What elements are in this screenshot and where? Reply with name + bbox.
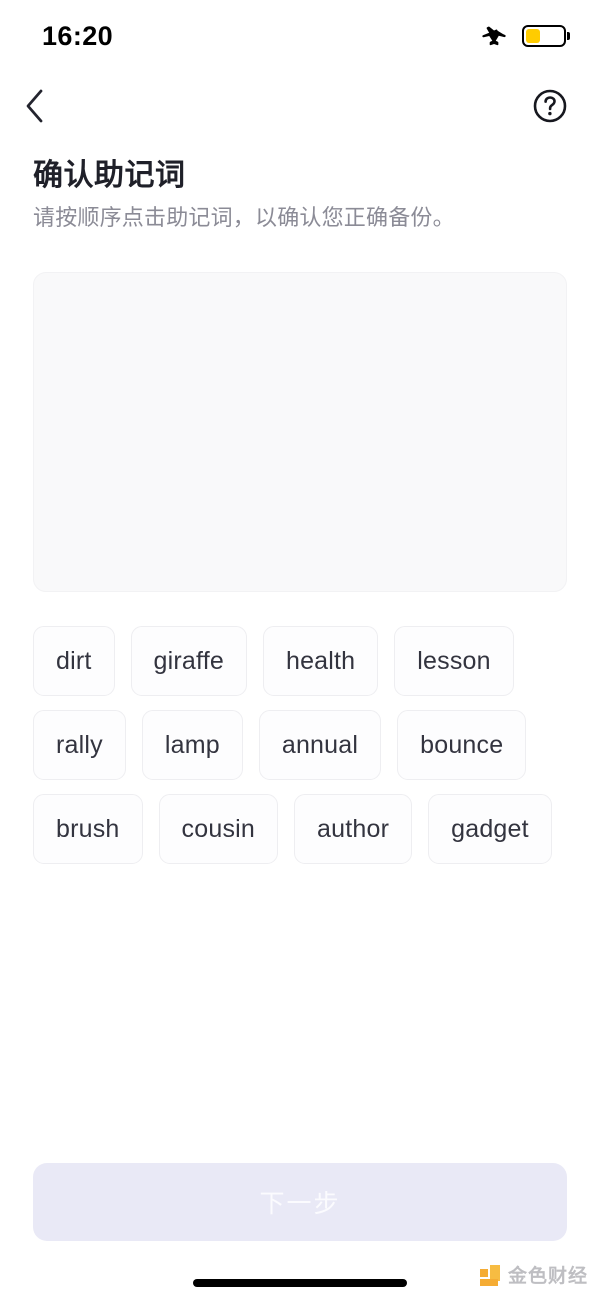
page-subtitle: 请按顺序点击助记词，以确认您正确备份。 (33, 205, 455, 230)
airplane-mode-icon (482, 23, 508, 49)
status-bar: 16:20 (0, 0, 600, 72)
home-indicator[interactable] (193, 1279, 407, 1287)
word-chip[interactable]: bounce (397, 710, 527, 780)
status-bar-time: 16:20 (42, 20, 114, 51)
help-button[interactable] (532, 89, 568, 125)
word-chip[interactable]: cousin (158, 794, 279, 864)
next-button[interactable]: 下一步 (33, 1163, 567, 1241)
question-mark-circle-icon (532, 88, 568, 127)
word-chip[interactable]: annual (258, 710, 382, 780)
word-chip[interactable]: dirt (33, 626, 115, 696)
jinse-logo-icon (479, 1265, 502, 1287)
word-chip[interactable]: lesson (394, 626, 514, 696)
watermark-text: 金色财经 (507, 1265, 588, 1287)
word-chip[interactable]: gadget (428, 794, 552, 864)
app-screen: 16:20 确认助记词 请按顺序点击助记词，以确认您正确备份。 dirt gir… (0, 0, 600, 1299)
word-chip[interactable]: lamp (141, 710, 243, 780)
word-chip[interactable]: author (294, 794, 413, 864)
header-block: 确认助记词 请按顺序点击助记词，以确认您正确备份。 (33, 156, 573, 233)
word-chip[interactable]: brush (33, 794, 143, 864)
selected-words-area[interactable] (33, 272, 567, 592)
battery-low-icon (522, 25, 566, 47)
word-chip[interactable]: health (262, 626, 379, 696)
word-pool: dirt giraffe health lesson rally lamp annual bo… (33, 626, 567, 864)
battery-fill (526, 29, 541, 43)
word-chip[interactable]: giraffe (130, 626, 247, 696)
status-bar-indicators (482, 23, 566, 49)
page-title: 确认助记词 (33, 159, 186, 192)
chevron-left-icon (22, 86, 48, 129)
back-button[interactable] (22, 85, 66, 129)
word-chip[interactable]: rally (33, 710, 126, 780)
watermark: 金色财经 (479, 1265, 588, 1287)
navigation-bar (0, 76, 600, 138)
